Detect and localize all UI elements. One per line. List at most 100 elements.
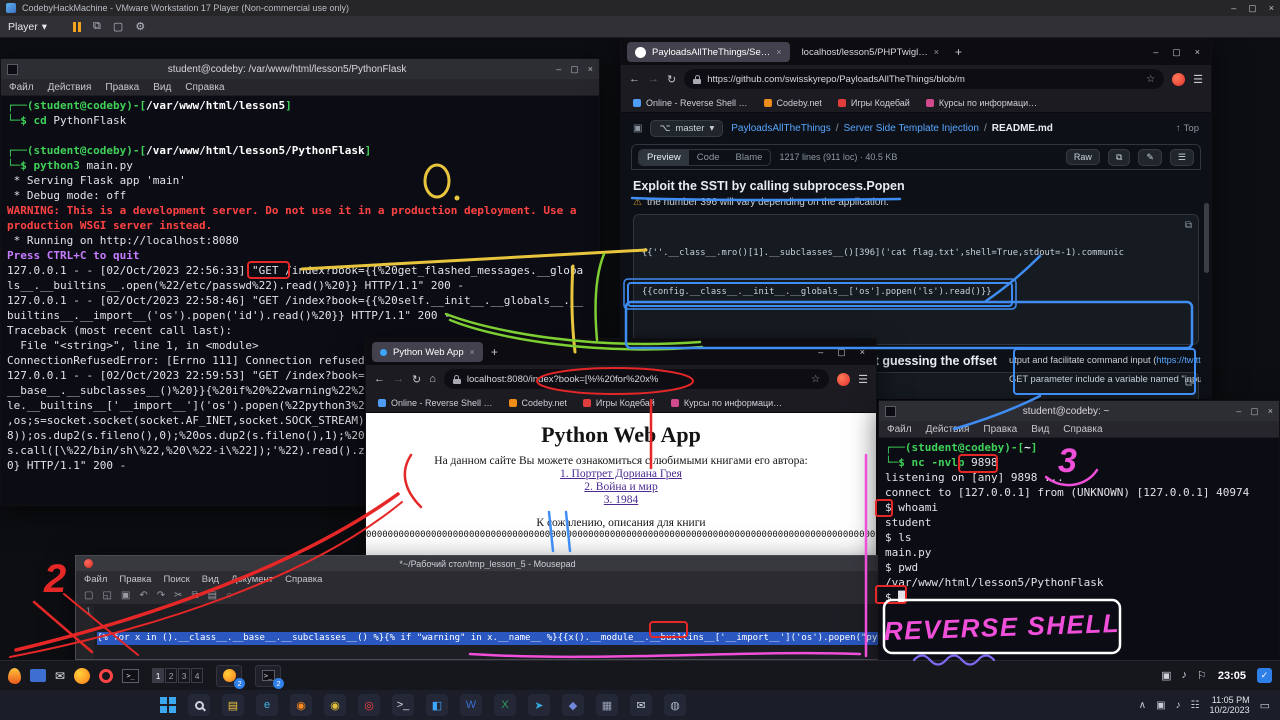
workspace-button[interactable]: 3 [178, 668, 190, 683]
fullscreen-icon[interactable]: ▢ [113, 20, 123, 33]
windows-start-button[interactable] [160, 697, 176, 713]
maximize-button[interactable]: ▢ [837, 347, 846, 358]
terminal-window-netcat[interactable]: student@codeby: ~ – ▢ × ФайлДействияПрав… [878, 400, 1280, 660]
menu-item[interactable]: Справка [285, 574, 322, 585]
minimize-button[interactable]: – [1153, 47, 1158, 57]
tab-close-icon[interactable]: × [470, 347, 475, 357]
chrome-icon[interactable]: ◉ [324, 694, 346, 716]
suspend-icon[interactable] [73, 22, 81, 32]
files-icon[interactable] [30, 669, 46, 682]
maximize-button[interactable]: ▢ [1172, 47, 1181, 58]
menu-item[interactable]: Поиск [163, 574, 189, 585]
bookmark-star-icon[interactable]: ☆ [811, 374, 820, 385]
save-icon[interactable]: ▣ [121, 590, 130, 601]
vmware-icon[interactable]: ▦ [596, 694, 618, 716]
mousepad-window[interactable]: *~/Рабочий стол/tmp_lesson_5 - Mousepad … [75, 555, 885, 660]
menu-item[interactable]: Правка [119, 574, 151, 585]
copy-icon[interactable]: ⧉ [1108, 149, 1130, 166]
terminal-output[interactable]: ┌──(student@codeby)-[~]└─$ nc -nvlp 9898… [879, 438, 1279, 659]
tab-payloadsallthethings[interactable]: PayloadsAllTheThings/Se… × [627, 42, 790, 62]
vmware-titlebar[interactable]: CodebyHackMachine - VMware Workstation 1… [0, 0, 1280, 16]
menu-item[interactable]: Справка [1063, 424, 1102, 435]
tab-blame[interactable]: Blame [728, 150, 771, 165]
volume-icon[interactable]: ♪ [1176, 700, 1181, 711]
breadcrumb-repo[interactable]: PayloadsAllTheThings [731, 123, 831, 134]
menu-item[interactable]: Действия [48, 82, 92, 93]
raw-button[interactable]: Raw [1066, 149, 1100, 165]
menu-item[interactable]: Документ [231, 574, 273, 585]
file-tree-toggle-icon[interactable]: ▣ [633, 123, 642, 134]
mail-icon[interactable]: ✉ [55, 669, 65, 683]
more-options-icon[interactable]: ☰ [1170, 149, 1194, 166]
workspace-button[interactable]: 1 [152, 668, 164, 683]
bookmark-item[interactable]: Online - Reverse Shell … [378, 398, 493, 408]
clock[interactable]: 11:05 PM 10/2/2023 [1210, 695, 1250, 716]
tab-preview[interactable]: Preview [639, 150, 689, 165]
undo-icon[interactable]: ↶ [139, 590, 147, 601]
player-menu[interactable]: Player▾ [8, 21, 47, 33]
bookmark-item[interactable]: Курсы по информаци… [926, 98, 1037, 108]
tray-icon[interactable]: ▣ [1156, 700, 1165, 711]
terminal-icon[interactable]: >_ [122, 669, 139, 683]
tray-chevron-icon[interactable]: ∧ [1139, 700, 1146, 711]
edge-icon[interactable]: e [256, 694, 278, 716]
editor-area[interactable]: 1 {% for x in ().__class__.__base__.__su… [76, 605, 884, 659]
bookmark-item[interactable]: Игры Кодебай [583, 398, 655, 408]
workspace-button[interactable]: 2 [165, 668, 177, 683]
security-check-icon[interactable]: ✓ [1257, 668, 1272, 683]
steam-icon[interactable]: ◍ [664, 694, 686, 716]
scrollbar[interactable] [1204, 203, 1209, 273]
tab-python-web-app[interactable]: Python Web App × [372, 342, 483, 362]
discord-icon[interactable]: ◆ [562, 694, 584, 716]
back-to-top-link[interactable]: ↑Top [1176, 123, 1199, 134]
minimize-button[interactable]: – [818, 347, 823, 357]
bookmark-star-icon[interactable]: ☆ [1146, 74, 1155, 85]
volume-icon[interactable]: ♪ [1181, 669, 1187, 682]
bookmark-item[interactable]: Codeby.net [509, 398, 567, 408]
url-bar[interactable]: localhost:8080/index?book=[%%20for%20x% … [444, 369, 829, 389]
network-icon[interactable]: ☷ [1191, 700, 1200, 711]
open-icon[interactable]: ◱ [102, 590, 111, 601]
workspace-button[interactable]: 4 [191, 668, 203, 683]
maximize-button[interactable]: ▢ [570, 64, 579, 75]
tab-code[interactable]: Code [689, 150, 728, 165]
menu-item[interactable]: Файл [9, 82, 34, 93]
paste-icon[interactable]: ▤ [208, 590, 217, 601]
notifications-bell-icon[interactable]: ⚐ [1197, 669, 1207, 682]
tab-localhost-phptwig[interactable]: localhost/lesson5/PHPTwigl… × [794, 42, 947, 62]
search-button[interactable] [188, 694, 210, 716]
close-button[interactable]: × [860, 347, 865, 357]
close-button[interactable]: × [1268, 406, 1273, 417]
close-button[interactable]: × [1195, 47, 1200, 57]
menu-item[interactable]: Файл [84, 574, 107, 585]
titlebar[interactable]: student@codeby: /var/www/html/lesson5/Py… [1, 59, 599, 79]
profile-avatar-icon[interactable] [1172, 73, 1185, 86]
menu-item[interactable]: Вид [202, 574, 219, 585]
titlebar[interactable]: *~/Рабочий стол/tmp_lesson_5 - Mousepad [76, 556, 884, 571]
notification-center-icon[interactable]: ▭ [1260, 699, 1270, 712]
settings-icon[interactable]: ⚙ [135, 20, 145, 33]
terminal-icon[interactable]: >_ [392, 694, 414, 716]
telegram-icon[interactable]: ➤ [528, 694, 550, 716]
minimize-button[interactable]: – [1231, 3, 1236, 14]
app-menu-flame-icon[interactable] [8, 668, 21, 684]
edit-icon[interactable]: ✎ [1138, 149, 1162, 166]
close-button[interactable]: × [588, 64, 593, 75]
forward-icon[interactable]: → [648, 73, 659, 85]
clock[interactable]: 23:05 [1218, 670, 1246, 682]
firefox-icon[interactable]: ◉ [290, 694, 312, 716]
tab-close-icon[interactable]: × [776, 47, 781, 57]
tab-close-icon[interactable]: × [934, 47, 939, 57]
close-button[interactable]: × [1269, 3, 1274, 14]
minimize-button[interactable]: – [556, 64, 561, 75]
send-ctrl-alt-del-icon[interactable]: ⧉ [93, 20, 101, 33]
opera-icon[interactable]: ◎ [358, 694, 380, 716]
book-link[interactable]: 2. Война и мир [366, 481, 876, 493]
twitter-link[interactable]: https://twitter.com/SecGus [1156, 355, 1201, 365]
book-link[interactable]: 3. 1984 [366, 494, 876, 506]
search-icon[interactable]: ○ [226, 590, 232, 601]
word-icon[interactable]: W [460, 694, 482, 716]
back-icon[interactable]: ← [374, 373, 385, 385]
terminal-window-button[interactable]: >_ 2 [255, 665, 281, 687]
branch-selector[interactable]: ⌥ master ▾ [650, 120, 723, 137]
